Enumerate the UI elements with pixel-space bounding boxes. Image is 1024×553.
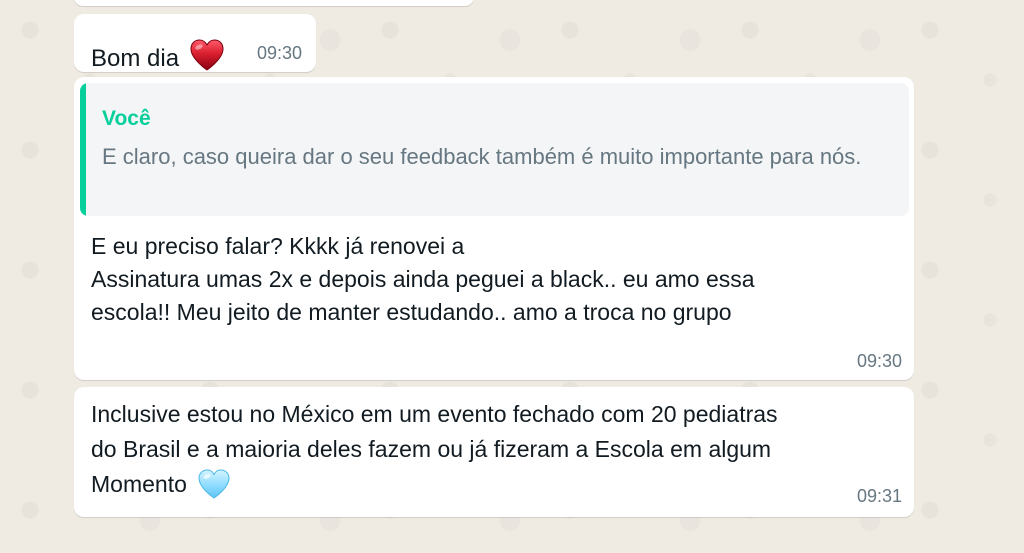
- quoted-text: E claro, caso queira dar o seu feedback …: [102, 144, 862, 169]
- message-line: Momento: [91, 467, 891, 502]
- message-timestamp: 09:31: [856, 486, 902, 506]
- message-bubble[interactable]: Inclusive estou no México em um evento f…: [74, 387, 914, 517]
- message-timestamp: 09:30: [856, 351, 902, 371]
- quoted-author: Você: [102, 107, 151, 130]
- reply-message-bubble[interactable]: Você E claro, caso queira dar o seu feed…: [74, 77, 914, 380]
- quoted-message[interactable]: Você E claro, caso queira dar o seu feed…: [80, 83, 909, 216]
- message-line: Assinatura umas 2x e depois ainda peguei…: [91, 266, 755, 292]
- chat-area: Bom dia 09:30 Você E claro, caso queira …: [0, 0, 1024, 553]
- message-text-content: Bom dia: [91, 45, 180, 72]
- red-heart-icon: [188, 38, 226, 72]
- message-line: escola!! Meu jeito de manter estudando..…: [91, 299, 732, 325]
- message-text: E eu preciso falar? Kkkk já renovei a As…: [91, 230, 891, 329]
- message-line: do Brasil e a maioria deles fazem ou já …: [91, 436, 772, 462]
- message-line: Inclusive estou no México em um evento f…: [91, 401, 778, 427]
- message-text: Bom dia: [91, 38, 226, 74]
- message-timestamp: 09:30: [256, 43, 302, 63]
- blue-heart-icon: [197, 468, 231, 500]
- previous-message-bubble[interactable]: [74, 0, 474, 6]
- message-text: Inclusive estou no México em um evento f…: [91, 397, 891, 502]
- message-bubble[interactable]: Bom dia 09:30: [74, 14, 316, 72]
- message-line: E eu preciso falar? Kkkk já renovei a: [91, 233, 465, 259]
- quote-accent-bar: [80, 83, 86, 216]
- message-line-text: Momento: [91, 471, 187, 497]
